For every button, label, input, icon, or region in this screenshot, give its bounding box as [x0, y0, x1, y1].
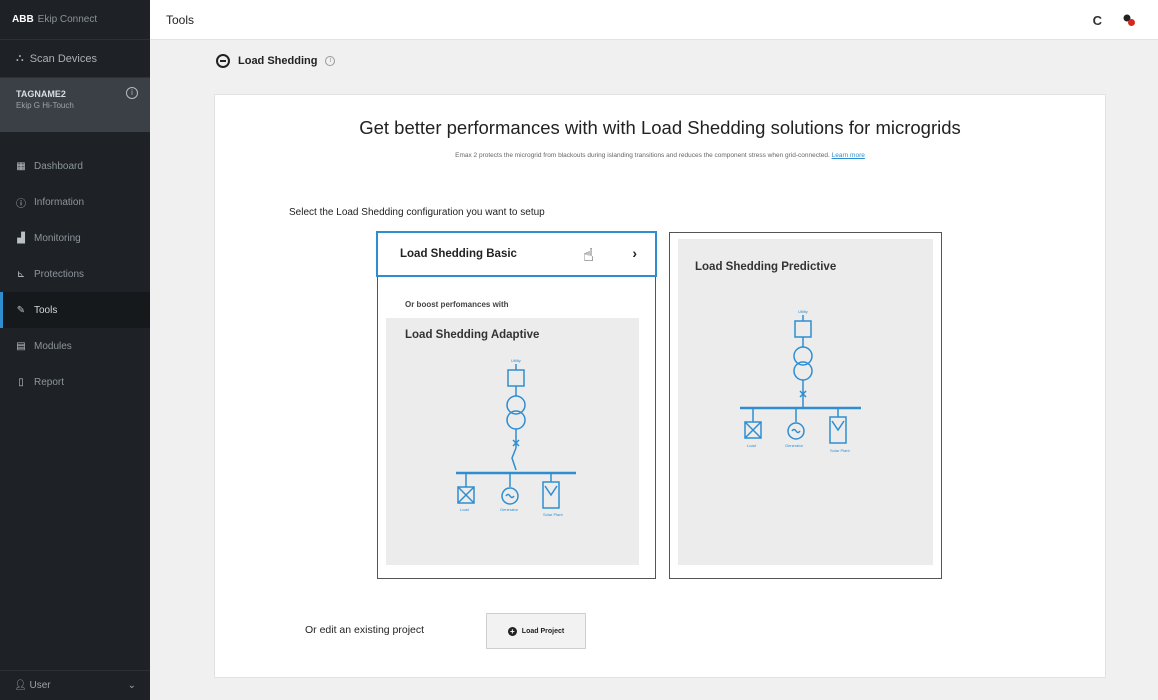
scan-devices-label: Scan Devices — [29, 52, 97, 65]
device-info-icon[interactable]: i — [126, 87, 138, 99]
basic-title: Load Shedding Basic — [400, 248, 517, 260]
headline: Get better performances with with Load S… — [359, 117, 961, 138]
solar-plant-label: Solar Plant — [543, 512, 563, 517]
adaptive-option[interactable]: Load Shedding Adaptive Utility Load Gene… — [386, 318, 639, 565]
scan-icon: ⛬ — [16, 52, 24, 64]
collapse-icon[interactable] — [216, 54, 230, 68]
select-config-label: Select the Load Shedding configuration y… — [289, 207, 545, 218]
dashboard-icon: ▦ — [16, 160, 26, 172]
sidebar-item-label: Dashboard — [34, 160, 83, 172]
utility-label: Utility — [798, 309, 808, 314]
generator-label: Generator — [500, 507, 519, 512]
load-shedding-basic-option[interactable]: Load Shedding Basic ☝︎ › — [376, 231, 657, 277]
info-icon: ⓘ — [16, 198, 26, 210]
sidebar-item-protections[interactable]: ⊾ Protections — [0, 256, 150, 292]
protections-icon: ⊾ — [16, 268, 26, 280]
app-name: Ekip Connect — [37, 14, 98, 25]
chevron-down-icon: ⌄ — [127, 680, 136, 691]
user-menu[interactable]: 👤︎ User ⌄ — [0, 670, 150, 700]
load-shedding-predictive-card[interactable]: Load Shedding Predictive Utility Load Ge… — [669, 232, 942, 579]
predictive-single-line-diagram: Utility Load Generator Solar Plant — [740, 309, 861, 453]
sidebar-item-dashboard[interactable]: ▦ Dashboard — [0, 148, 150, 184]
top-bar: Tools C — [150, 0, 1158, 40]
predictive-title: Load Shedding Predictive — [695, 261, 837, 273]
hand-cursor-icon: ☝︎ — [583, 245, 594, 265]
sidebar: ABB Ekip Connect ⛬ Scan Devices TAGNAME2… — [0, 0, 150, 700]
predictive-option[interactable]: Load Shedding Predictive Utility Load Ge… — [678, 239, 933, 565]
edit-project-label: Or edit an existing project — [305, 624, 425, 636]
refresh-icon[interactable]: C — [1093, 13, 1102, 28]
user-icon: 👤︎ — [14, 680, 27, 691]
load-shedding-section-header[interactable]: Load Shedding i — [216, 54, 336, 68]
boost-text: Or boost perfomances with — [405, 300, 509, 309]
sidebar-item-report[interactable]: ▯ Report — [0, 364, 150, 400]
sidebar-item-label: Modules — [34, 340, 72, 352]
wrench-icon: ✎ — [16, 304, 26, 316]
abb-logo: ABB — [12, 14, 34, 25]
sidebar-item-label: Report — [34, 376, 65, 388]
sidebar-item-label: Information — [34, 196, 85, 208]
load-project-button[interactable]: + Load Project — [486, 613, 586, 649]
sidebar-item-label: Monitoring — [34, 232, 81, 244]
modules-icon: ▤ — [16, 340, 26, 352]
load-label: Load — [747, 443, 756, 448]
device-model: Ekip G Hi-Touch — [16, 101, 74, 110]
device-card[interactable]: TAGNAME2 Ekip G Hi-Touch i — [0, 78, 150, 132]
utility-label: Utility — [511, 358, 521, 363]
adaptive-title: Load Shedding Adaptive — [405, 329, 540, 341]
brand: ABB Ekip Connect — [0, 0, 150, 40]
page-title: Tools — [166, 12, 195, 27]
chevron-right-icon[interactable]: › — [632, 245, 637, 261]
scan-devices-button[interactable]: ⛬ Scan Devices — [0, 40, 150, 78]
description: Emax 2 protects the microgrid from black… — [215, 152, 1105, 159]
generator-label: Generator — [785, 443, 804, 448]
device-name: TAGNAME2 — [16, 89, 66, 99]
load-label: Load — [460, 507, 469, 512]
user-name: User — [29, 680, 51, 691]
report-icon: ▯ — [18, 376, 24, 388]
sidebar-item-modules[interactable]: ▤ Modules — [0, 328, 150, 364]
sidebar-item-label: Protections — [34, 268, 85, 280]
help-icon[interactable]: i — [325, 56, 336, 66]
solar-plant-label: Solar Plant — [830, 448, 850, 453]
sidebar-item-label: Tools — [34, 304, 58, 316]
adaptive-single-line-diagram: Utility Load Generator Solar Plant — [456, 358, 576, 517]
plus-icon: + — [507, 626, 517, 636]
sidebar-item-information[interactable]: ⓘ Information — [0, 184, 150, 220]
description-text: Emax 2 protects the microgrid from black… — [455, 152, 830, 159]
alert-icon[interactable] — [1122, 13, 1136, 27]
load-project-label: Load Project — [521, 627, 565, 635]
sidebar-nav: ▦ Dashboard ⓘ Information ▟ Monitoring ⊾ Pro… — [0, 148, 150, 400]
load-shedding-panel: Get better performances with with Load S… — [214, 94, 1106, 678]
sidebar-item-tools[interactable]: ✎ Tools — [0, 292, 150, 328]
load-shedding-basic-card[interactable]: Load Shedding Basic ☝︎ › Or boost perfom… — [376, 231, 657, 579]
sidebar-item-monitoring[interactable]: ▟ Monitoring — [0, 220, 150, 256]
section-title: Load Shedding — [238, 55, 318, 67]
learn-more-link[interactable]: Learn more — [832, 152, 865, 159]
chart-icon: ▟ — [17, 232, 25, 244]
